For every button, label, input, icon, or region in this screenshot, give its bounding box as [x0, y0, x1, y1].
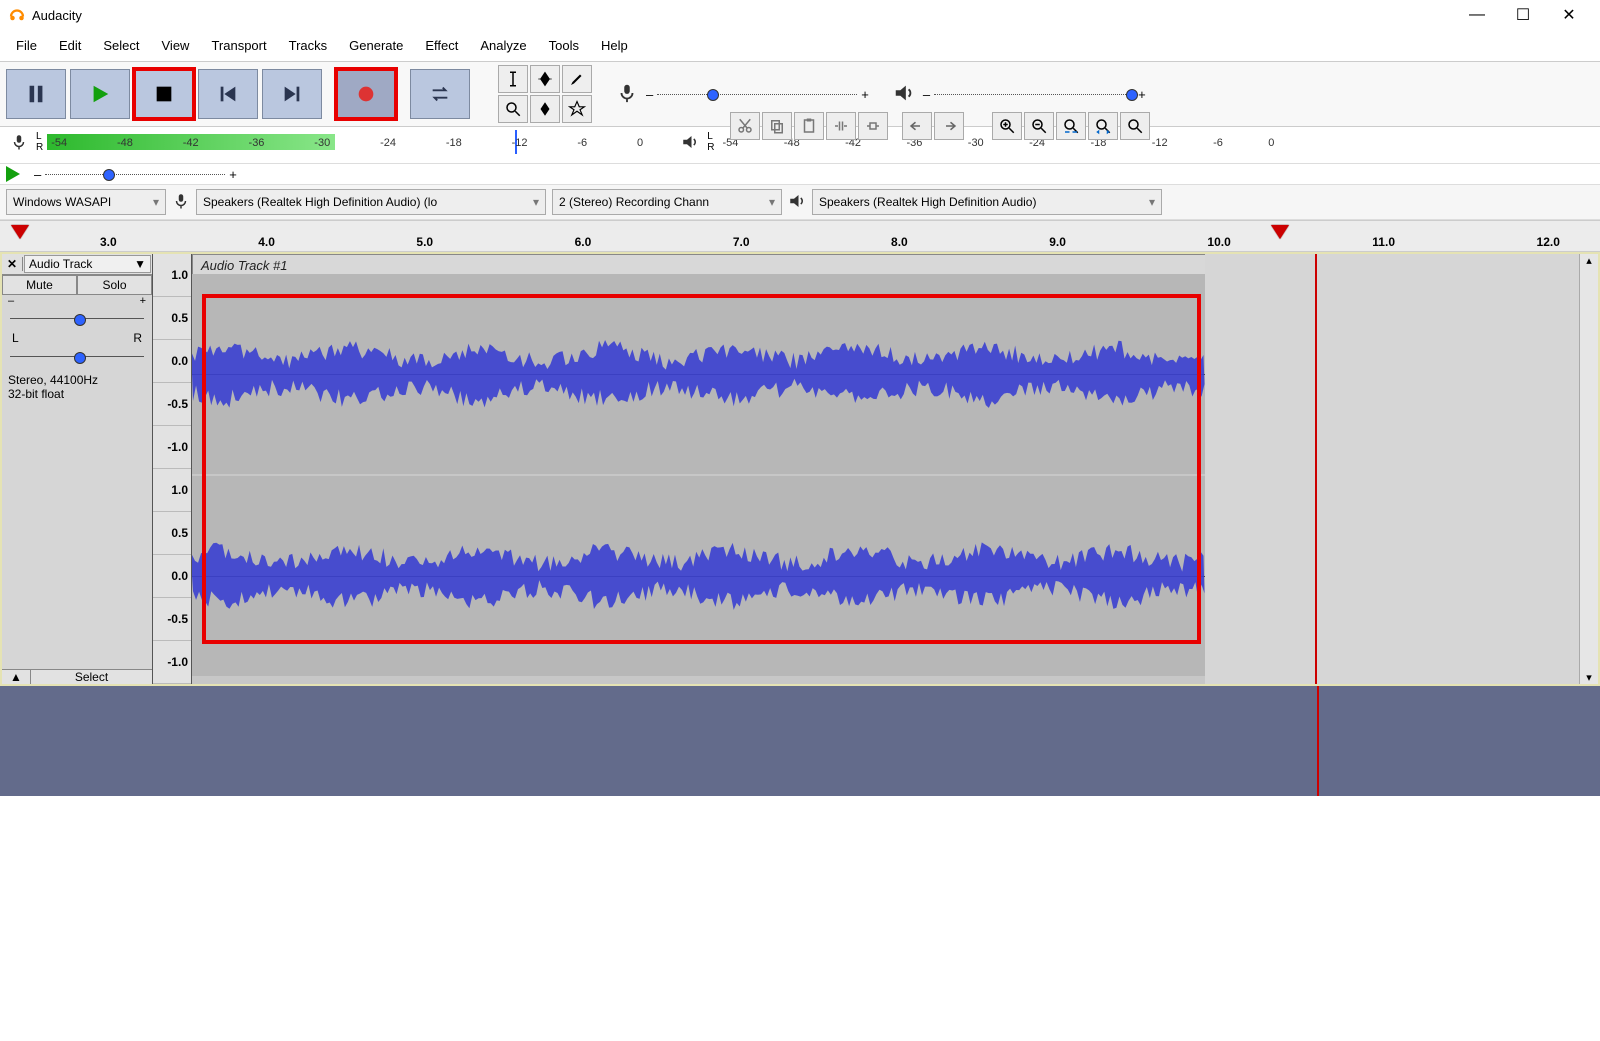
window-close-button[interactable]: ✕: [1546, 0, 1592, 30]
play-button[interactable]: [70, 69, 130, 119]
cut-button[interactable]: [730, 112, 760, 140]
zoom-tool-button[interactable]: [498, 95, 528, 123]
track-collapse-button[interactable]: ▲: [2, 670, 31, 684]
record-button[interactable]: [336, 69, 396, 119]
window-minimize-button[interactable]: —: [1454, 0, 1500, 30]
track-pan-slider[interactable]: [10, 349, 144, 365]
highlight-box: [202, 294, 1201, 644]
play-at-speed-button[interactable]: [6, 166, 20, 182]
menu-generate[interactable]: Generate: [339, 34, 413, 57]
menu-analyze[interactable]: Analyze: [470, 34, 536, 57]
plus-label: +: [1138, 87, 1146, 102]
multi-tool-button[interactable]: [562, 95, 592, 123]
playhead-line-overlay: [1315, 254, 1317, 684]
empty-tracks-area: [0, 686, 1600, 796]
undo-button[interactable]: [902, 112, 932, 140]
menu-tracks[interactable]: Tracks: [279, 34, 338, 57]
zoom-in-button[interactable]: [992, 112, 1022, 140]
channel-labels: LR: [707, 131, 714, 153]
plus-label: +: [861, 87, 869, 102]
speaker-icon: [788, 192, 806, 213]
track-gain-slider[interactable]: [10, 311, 144, 327]
menu-effect[interactable]: Effect: [415, 34, 468, 57]
scroll-down-icon[interactable]: ▾: [1586, 671, 1592, 684]
redo-button[interactable]: [934, 112, 964, 140]
tools-toolbar: [498, 65, 592, 123]
menu-tools[interactable]: Tools: [539, 34, 589, 57]
track-control-panel: ✕ Audio Track▼ Mute Solo –+ LR Stereo, 4…: [2, 254, 153, 684]
title-bar: Audacity — ☐ ✕: [0, 0, 1600, 30]
menu-transport[interactable]: Transport: [201, 34, 276, 57]
track-select-button[interactable]: Select: [31, 670, 152, 684]
zoom-out-button[interactable]: [1024, 112, 1054, 140]
playback-volume-group: – +: [893, 82, 1146, 107]
track-menu-dropdown[interactable]: Audio Track▼: [24, 255, 151, 273]
fit-project-button[interactable]: [1088, 112, 1118, 140]
waveform-area[interactable]: Audio Track #1: [192, 254, 1579, 684]
menu-view[interactable]: View: [152, 34, 200, 57]
device-toolbar: Windows WASAPI Speakers (Realtek High De…: [0, 184, 1600, 220]
track-format-info: Stereo, 44100Hz 32-bit float: [2, 369, 152, 406]
envelope-tool-button[interactable]: [530, 65, 560, 93]
app-logo-icon: [8, 6, 26, 24]
loop-button[interactable]: [410, 69, 470, 119]
timeshift-tool-button[interactable]: [530, 95, 560, 123]
silence-button[interactable]: [858, 112, 888, 140]
menu-bar: File Edit Select View Transport Tracks G…: [0, 30, 1600, 61]
microphone-icon: [172, 192, 190, 213]
selection-tool-button[interactable]: [498, 65, 528, 93]
paste-button[interactable]: [794, 112, 824, 140]
vertical-scrollbar[interactable]: ▴ ▾: [1579, 254, 1598, 684]
menu-help[interactable]: Help: [591, 34, 638, 57]
microphone-icon: [6, 133, 32, 151]
speaker-icon: [677, 133, 703, 151]
timeline-ruler[interactable]: 3.04.05.06.07.08.09.010.011.012.0: [0, 220, 1600, 252]
mute-button[interactable]: Mute: [2, 275, 77, 295]
app-title: Audacity: [32, 8, 82, 23]
zoom-toggle-button[interactable]: [1120, 112, 1150, 140]
minus-label: –: [646, 87, 653, 102]
playback-volume-slider[interactable]: – +: [923, 87, 1146, 102]
rec-meter-scale: -54-48-42-36-30-24-18-12-60: [47, 130, 647, 154]
solo-button[interactable]: Solo: [77, 275, 152, 295]
menu-select[interactable]: Select: [93, 34, 149, 57]
track-close-button[interactable]: ✕: [2, 257, 23, 271]
menu-edit[interactable]: Edit: [49, 34, 91, 57]
tracks-area: ✕ Audio Track▼ Mute Solo –+ LR Stereo, 4…: [0, 252, 1600, 686]
draw-tool-button[interactable]: [562, 65, 592, 93]
audio-host-combo[interactable]: Windows WASAPI: [6, 189, 166, 215]
trim-button[interactable]: [826, 112, 856, 140]
playback-speed-slider[interactable]: – +: [34, 167, 237, 182]
copy-button[interactable]: [762, 112, 792, 140]
clip-title[interactable]: Audio Track #1: [192, 254, 1223, 276]
channel-labels: LR: [36, 131, 43, 153]
recording-channels-combo[interactable]: 2 (Stereo) Recording Chann: [552, 189, 782, 215]
scroll-up-icon[interactable]: ▴: [1586, 254, 1592, 267]
recording-device-combo[interactable]: Speakers (Realtek High Definition Audio)…: [196, 189, 546, 215]
playback-device-combo[interactable]: Speakers (Realtek High Definition Audio): [812, 189, 1162, 215]
minus-label: –: [923, 87, 930, 102]
pause-button[interactable]: [6, 69, 66, 119]
speaker-icon: [893, 82, 915, 107]
fit-selection-button[interactable]: [1056, 112, 1086, 140]
amplitude-scale: 1.0 0.5 0.0 -0.5 -1.0 1.0 0.5 0.0 -0.5 -…: [153, 254, 192, 684]
microphone-icon: [616, 82, 638, 107]
menu-file[interactable]: File: [6, 34, 47, 57]
play-at-speed-toolbar: – +: [0, 163, 1600, 184]
skip-start-button[interactable]: [198, 69, 258, 119]
stop-button[interactable]: [134, 69, 194, 119]
edit-zoom-toolbar: [730, 112, 1150, 140]
window-maximize-button[interactable]: ☐: [1500, 0, 1546, 30]
record-volume-slider[interactable]: – +: [646, 87, 869, 102]
skip-end-button[interactable]: [262, 69, 322, 119]
record-volume-group: – +: [616, 82, 869, 107]
